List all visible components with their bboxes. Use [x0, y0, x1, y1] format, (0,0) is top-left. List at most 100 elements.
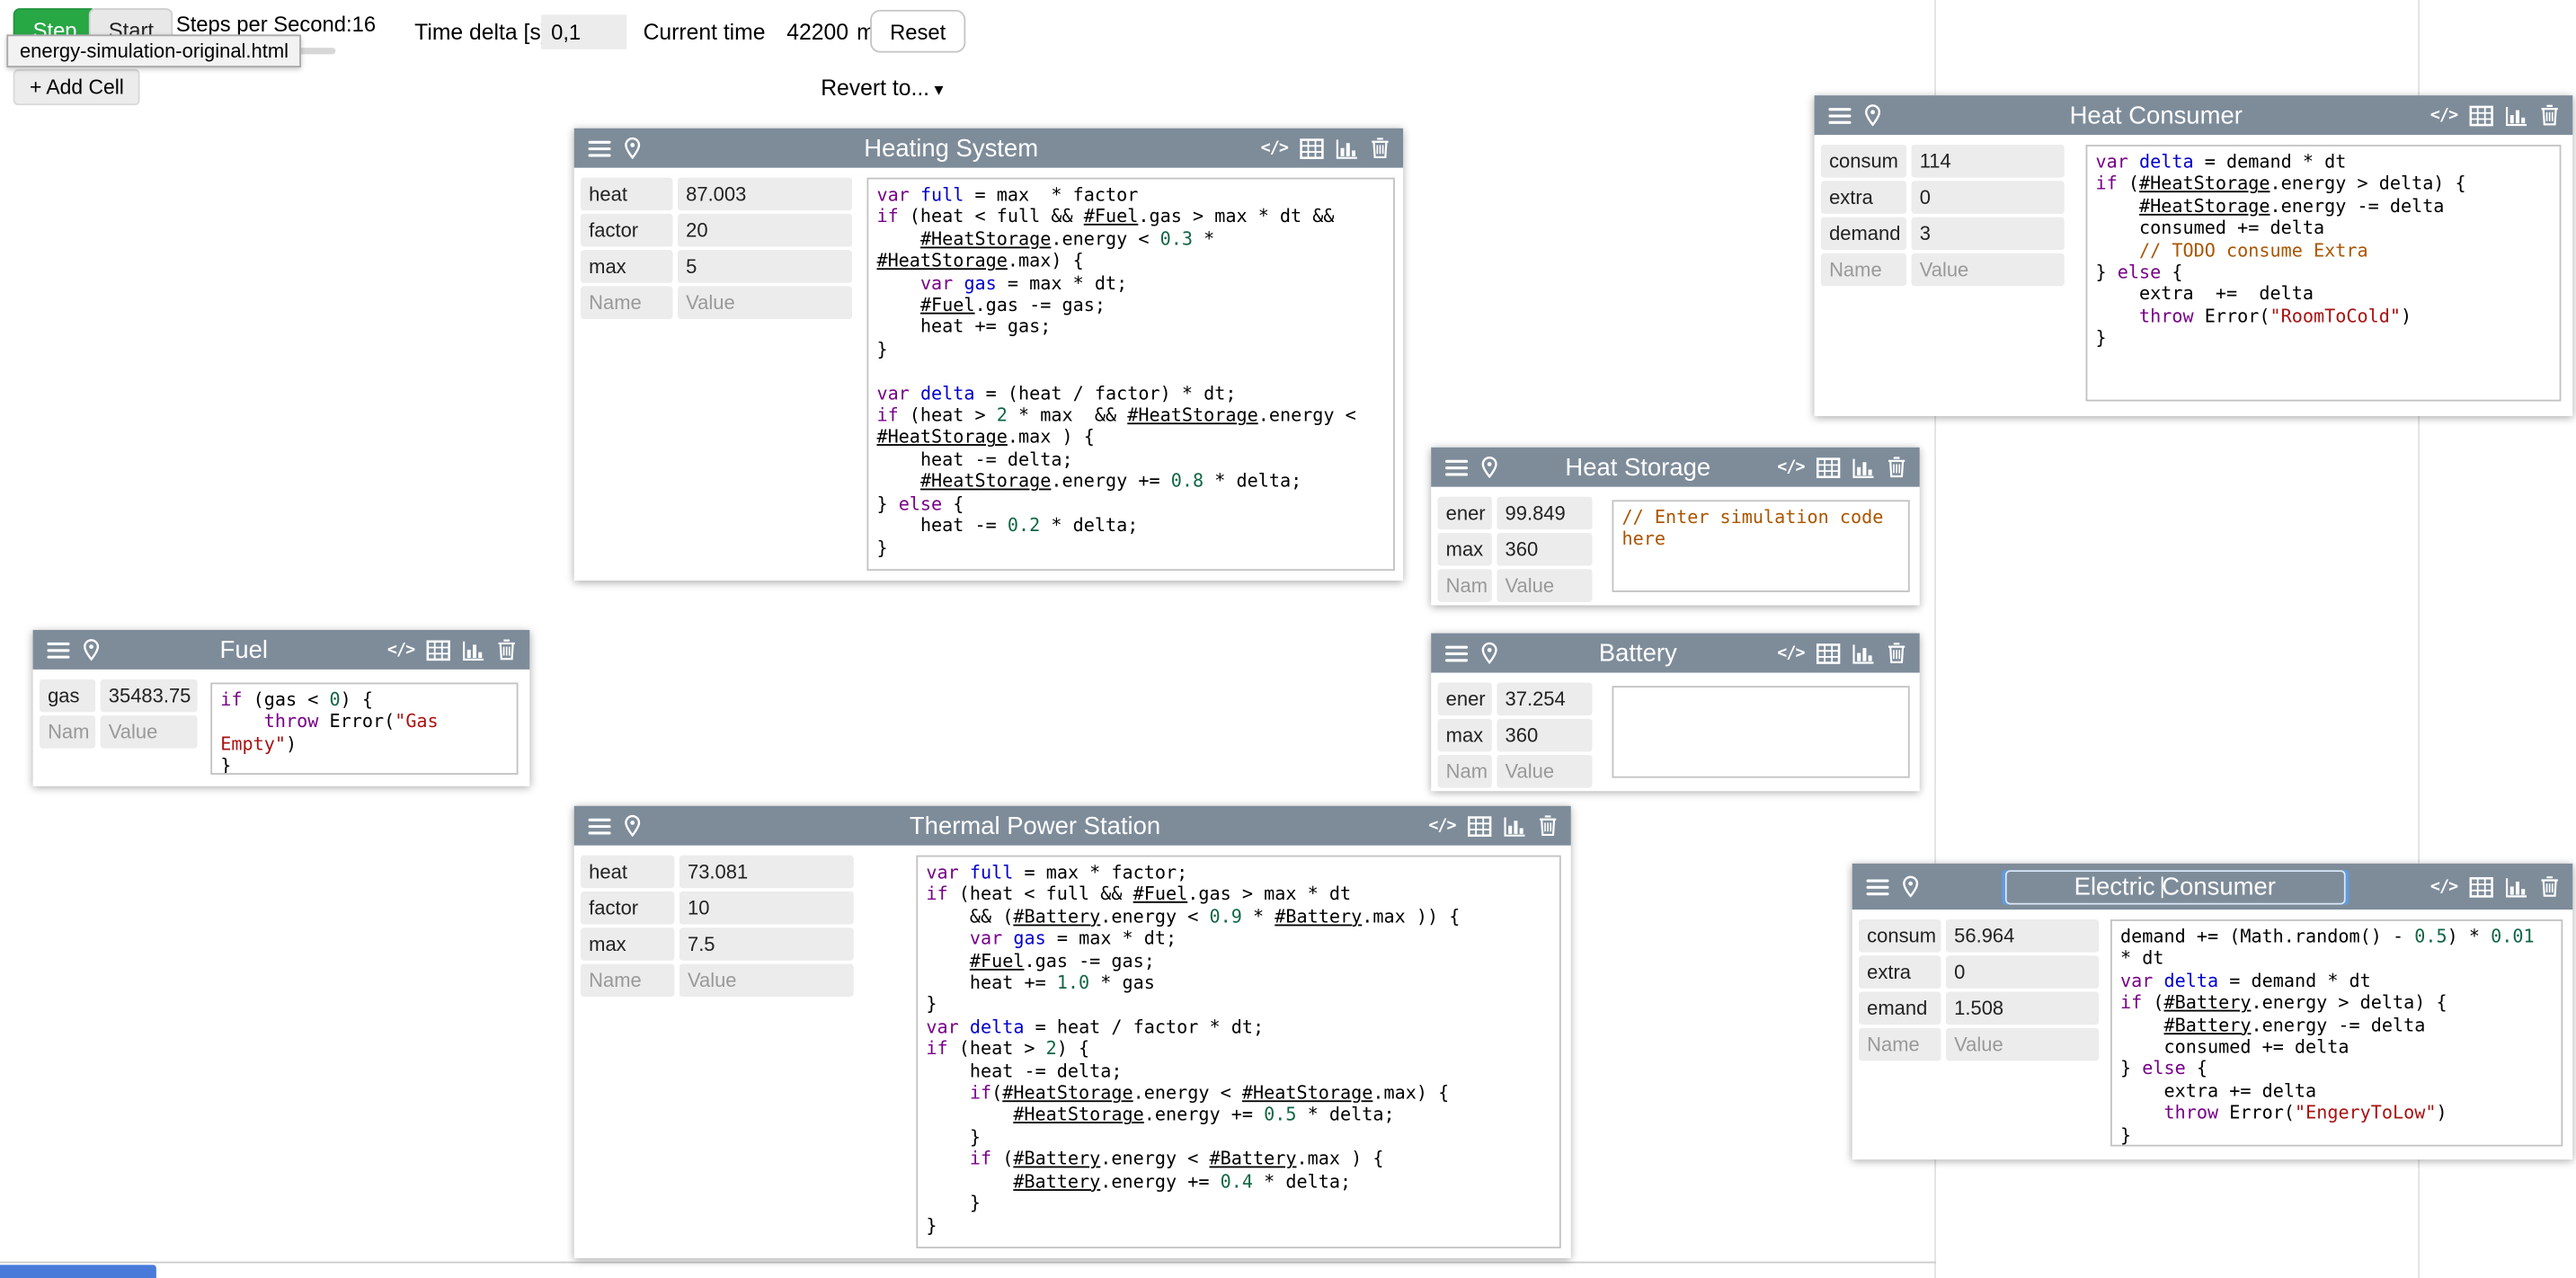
chart-icon[interactable] [1336, 138, 1359, 159]
card-title[interactable]: Heat Consumer [2070, 102, 2243, 129]
table-icon[interactable] [2469, 876, 2493, 898]
code-icon[interactable]: </> [387, 641, 414, 659]
variable-name-placeholder[interactable]: Nam [40, 715, 95, 749]
code-editor[interactable]: demand += (Math.random() - 0.5) * 0.01 *… [2110, 919, 2563, 1147]
code-icon[interactable]: </> [2430, 877, 2457, 895]
variable-value-cell[interactable]: 35483.75 [101, 679, 198, 713]
menu-icon[interactable] [587, 138, 611, 159]
code-icon[interactable]: </> [1777, 643, 1804, 661]
card-header[interactable]: Thermal Power Station </> [574, 806, 1571, 846]
trash-icon[interactable] [1887, 642, 1906, 665]
menu-icon[interactable] [1444, 643, 1469, 664]
card-header[interactable]: Heating System</> [574, 129, 1403, 168]
variable-value-cell[interactable]: 3 [1912, 217, 2065, 251]
card-header[interactable]: Heat Storage </> [1431, 448, 1920, 487]
variable-value-cell[interactable]: 360 [1497, 533, 1592, 566]
variable-name-cell[interactable]: max [581, 250, 672, 283]
pin-icon[interactable] [1480, 642, 1498, 665]
partial-blue-element[interactable] [0, 1265, 156, 1278]
chart-icon[interactable] [1504, 815, 1527, 837]
variable-value-cell[interactable]: 87.003 [678, 178, 852, 211]
variable-value-cell[interactable]: 7.5 [680, 927, 854, 961]
trash-icon[interactable] [2540, 103, 2560, 127]
code-editor[interactable]: if (gas < 0) { throw Error("Gas Empty") … [210, 682, 518, 774]
variable-name-cell[interactable]: gas [40, 679, 95, 713]
variable-name-cell[interactable]: demand [1821, 217, 1906, 251]
variable-name-placeholder[interactable]: Nam [1438, 755, 1492, 788]
trash-icon[interactable] [2540, 875, 2560, 899]
variable-value-placeholder[interactable]: Value [1497, 755, 1592, 788]
pin-icon[interactable] [624, 137, 642, 160]
chart-icon[interactable] [1852, 457, 1876, 478]
variable-name-cell[interactable]: max [581, 927, 674, 961]
card-title[interactable]: Battery [1599, 639, 1677, 667]
variable-value-cell[interactable]: 10 [680, 892, 854, 925]
card-title[interactable]: Heat Storage [1565, 453, 1710, 481]
card-title[interactable]: Heating System [864, 134, 1038, 162]
menu-icon[interactable] [587, 815, 611, 837]
code-editor[interactable] [1612, 686, 1909, 777]
code-icon[interactable]: </> [1428, 817, 1455, 835]
variable-value-cell[interactable]: 99.849 [1497, 497, 1592, 530]
code-icon[interactable]: </> [1777, 458, 1804, 476]
variable-name-cell[interactable]: max [1438, 533, 1492, 566]
trash-icon[interactable] [1887, 456, 1906, 479]
card-title[interactable]: Fuel [220, 635, 268, 663]
trash-icon[interactable] [497, 638, 517, 661]
variable-value-cell[interactable]: 20 [678, 214, 852, 247]
variable-name-placeholder[interactable]: Name [581, 286, 672, 319]
pin-icon[interactable] [1864, 103, 1882, 127]
table-icon[interactable] [1467, 815, 1491, 837]
variable-name-cell[interactable]: ener [1438, 497, 1492, 530]
variable-name-cell[interactable]: heat [581, 178, 672, 211]
menu-icon[interactable] [1444, 457, 1469, 478]
chart-icon[interactable] [2505, 876, 2528, 898]
table-icon[interactable] [1816, 457, 1840, 478]
pin-icon[interactable] [1480, 456, 1498, 479]
variable-value-cell[interactable]: 56.964 [1946, 919, 2099, 953]
variable-name-cell[interactable]: emand [1859, 992, 1941, 1025]
menu-icon[interactable] [1827, 104, 1852, 126]
variable-name-cell[interactable]: extra [1859, 955, 1941, 989]
variable-name-placeholder[interactable]: Name [1821, 253, 1906, 287]
card-header[interactable]: Electric Consumer </> [1852, 864, 2573, 910]
variable-value-placeholder[interactable]: Value [678, 286, 852, 319]
variable-value-placeholder[interactable]: Value [1946, 1028, 2099, 1061]
variable-value-cell[interactable]: 114 [1912, 145, 2065, 178]
code-icon[interactable]: </> [2430, 106, 2457, 124]
code-editor[interactable]: var full = max * factor if (heat < full … [866, 178, 1394, 571]
variable-name-cell[interactable]: ener [1438, 682, 1492, 715]
table-icon[interactable] [1300, 138, 1324, 159]
chart-icon[interactable] [1852, 643, 1876, 664]
variable-value-cell[interactable]: 5 [678, 250, 852, 283]
variable-name-placeholder[interactable]: Nam [1438, 569, 1492, 602]
variable-name-cell[interactable]: max [1438, 719, 1492, 752]
variable-name-placeholder[interactable]: Name [581, 963, 674, 997]
variable-value-cell[interactable]: 0 [1946, 955, 2099, 989]
variable-name-cell[interactable]: consum [1821, 145, 1906, 178]
chart-icon[interactable] [462, 639, 485, 661]
variable-name-cell[interactable]: heat [581, 856, 674, 889]
pin-icon[interactable] [83, 638, 101, 661]
card-title-input[interactable]: Electric Consumer [2004, 869, 2345, 903]
pin-icon[interactable] [1902, 875, 1920, 899]
code-editor[interactable]: var full = max * factor; if (heat < full… [916, 856, 1560, 1248]
card-header[interactable]: Fuel </> [33, 630, 530, 670]
variable-name-cell[interactable]: factor [581, 892, 674, 925]
trash-icon[interactable] [1370, 137, 1390, 160]
table-icon[interactable] [426, 639, 450, 661]
variable-name-cell[interactable]: factor [581, 214, 672, 247]
menu-icon[interactable] [1865, 876, 1889, 898]
card-title[interactable]: Thermal Power Station [910, 812, 1160, 839]
variable-value-placeholder[interactable]: Value [1912, 253, 2065, 287]
table-icon[interactable] [2469, 104, 2493, 126]
card-header[interactable]: Battery </> [1431, 634, 1920, 673]
card-header[interactable]: Heat Consumer </> [1815, 95, 2573, 135]
variable-name-cell[interactable]: extra [1821, 181, 1906, 214]
pin-icon[interactable] [624, 814, 642, 838]
table-icon[interactable] [1816, 643, 1840, 664]
variable-value-cell[interactable]: 73.081 [680, 856, 854, 889]
variable-value-cell[interactable]: 37.254 [1497, 682, 1592, 715]
variable-value-placeholder[interactable]: Value [1497, 569, 1592, 602]
trash-icon[interactable] [1538, 814, 1558, 838]
